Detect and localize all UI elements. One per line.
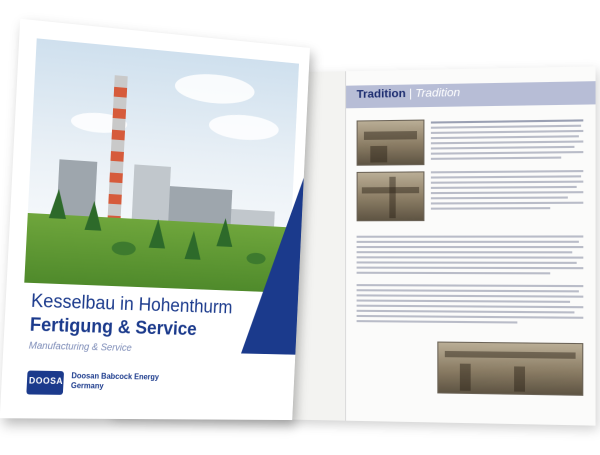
historic-photo-1: [356, 119, 425, 166]
spread-right-page: Tradition | Tradition: [346, 66, 596, 426]
brochure-cover: Kesselbau in Hohenthurm Fertigung & Serv…: [0, 18, 310, 421]
historic-photo-3: [437, 341, 584, 396]
chimney: [106, 75, 128, 232]
company-line-2: Germany: [70, 381, 104, 391]
section-title-de: Tradition: [356, 87, 406, 101]
power-plant-photo: [24, 38, 300, 293]
historic-photo-2: [356, 171, 425, 222]
body-text-block-1: [346, 66, 595, 210]
company-name: Doosan Babcock Energy Germany: [70, 371, 159, 392]
brochure-scene: Tradition | Tradition Kesselbau in Hohen…: [0, 0, 600, 455]
section-title-separator: |: [408, 87, 412, 101]
logo-text: DOOSAN: [28, 375, 70, 387]
section-header-band: Tradition | Tradition: [346, 81, 596, 109]
section-title-en: Tradition: [415, 86, 461, 100]
section-title: Tradition | Tradition: [357, 87, 461, 101]
cover-english-subtitle: Manufacturing & Service: [28, 340, 132, 354]
body-text-block-2: [346, 66, 595, 324]
